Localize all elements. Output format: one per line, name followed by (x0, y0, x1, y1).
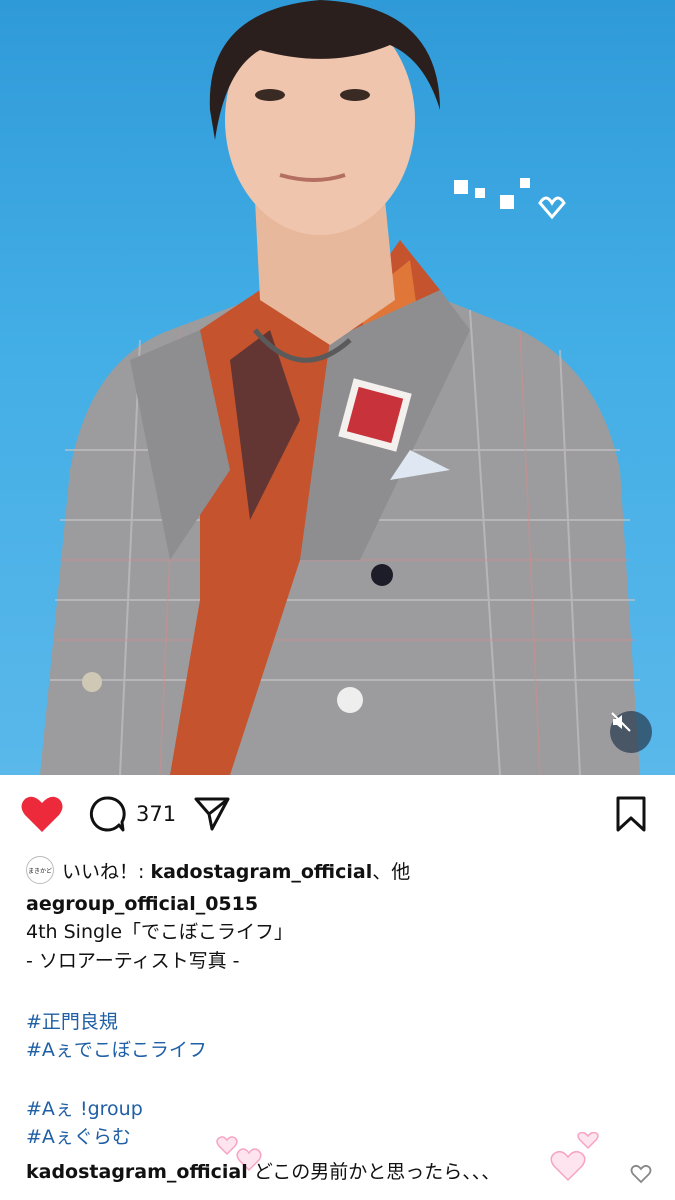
speech-bubble-icon (89, 796, 126, 832)
hashtag-link[interactable]: #Aぇでこぼこライフ (26, 1038, 207, 1062)
like-button[interactable] (20, 794, 66, 836)
caption-line: - ソロアーティスト写真 - (26, 950, 240, 972)
hashtag-link[interactable]: #Aぇぐらむ (26, 1125, 131, 1149)
speaker-muted-icon (611, 712, 631, 732)
pink-heart-decoration (550, 1132, 599, 1182)
comment-count: 371 (136, 802, 177, 826)
heart-outline-icon (630, 1164, 652, 1184)
caption-line: 4th Single「でこぼこライフ」 (26, 921, 294, 943)
liked-by-avatar[interactable]: まきかど (26, 856, 54, 884)
comment-username[interactable]: kadostagram_official (26, 1161, 248, 1183)
comment-button[interactable] (88, 795, 128, 835)
pixel-heart-decoration (454, 178, 566, 220)
comment-like-button[interactable] (630, 1164, 654, 1186)
liked-by-row[interactable]: まきかど いいね！: kadostagram_official、他 (26, 856, 410, 884)
liked-by-text: いいね！: kadostagram_official、他 (62, 860, 411, 883)
bookmark-icon (616, 796, 646, 832)
liked-by-username[interactable]: kadostagram_official (150, 861, 372, 883)
hashtag-link[interactable]: #正門良規 (26, 1010, 118, 1034)
post-author[interactable]: aegroup_official_0515 (26, 892, 258, 916)
comment-text: どこの男前かと思ったら、、、 (253, 1161, 501, 1183)
comment-row: kadostagram_official どこの男前かと思ったら、、、 (26, 1160, 500, 1184)
paper-plane-icon (194, 797, 230, 831)
save-button[interactable] (614, 795, 650, 835)
mute-button[interactable] (610, 711, 652, 753)
heart-filled-icon (21, 796, 63, 832)
share-button[interactable] (193, 796, 233, 834)
post-photo[interactable] (0, 0, 675, 775)
hashtag-link[interactable]: #Aぇ !group (26, 1097, 143, 1121)
portrait-illustration (40, 0, 640, 775)
post-action-bar: 371 (0, 778, 675, 850)
